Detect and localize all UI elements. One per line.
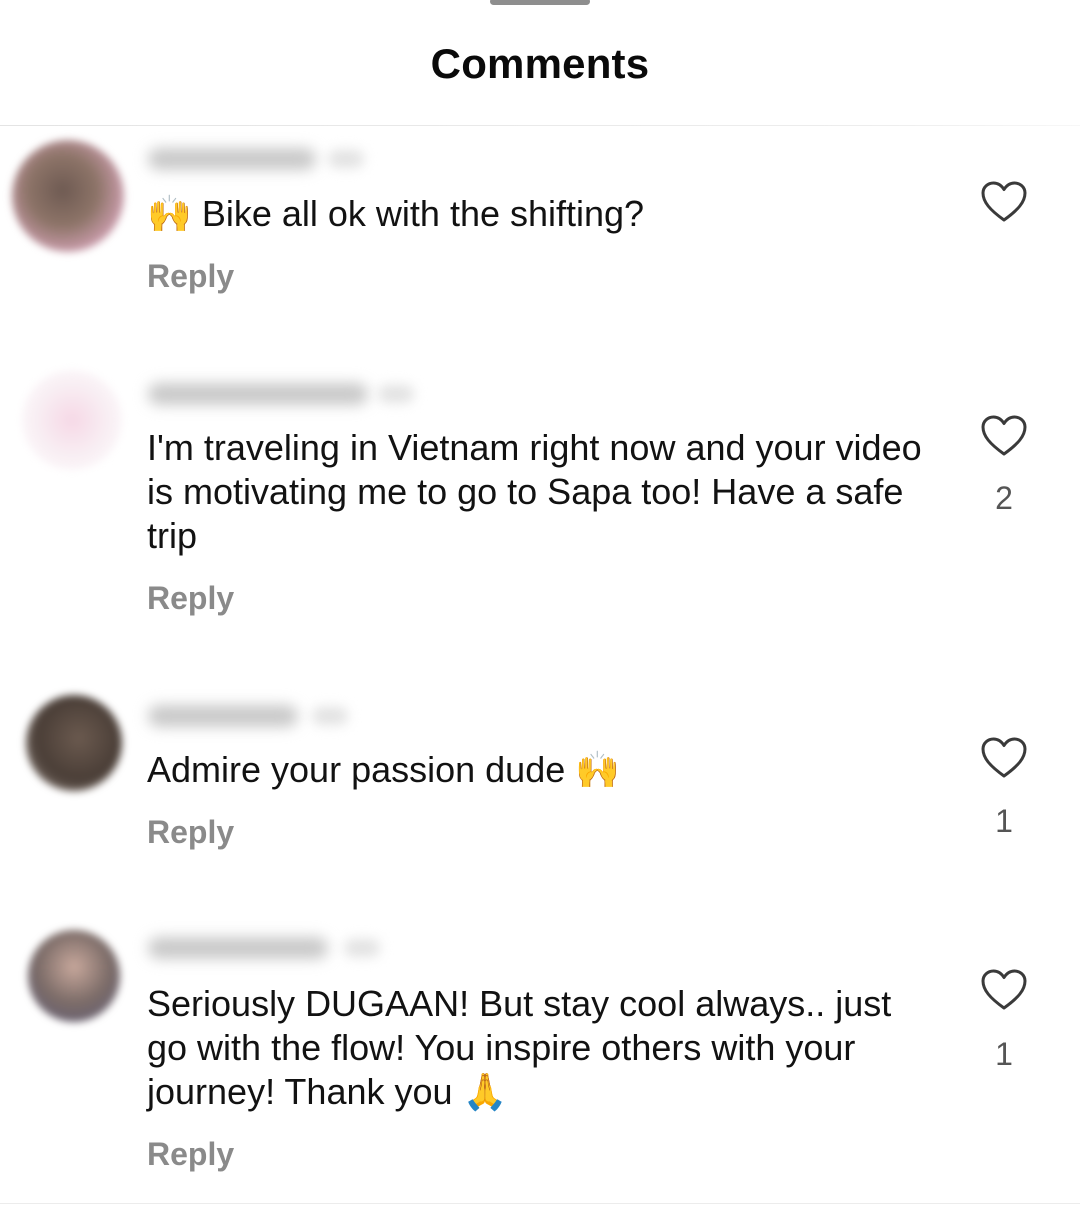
reply-button[interactable]: Reply [147,1136,234,1173]
comment-body: Admire your passion dude [147,749,566,790]
reply-button[interactable]: Reply [147,258,234,295]
like-count: 1 [995,1036,1013,1072]
heart-outline-icon[interactable] [980,414,1028,458]
timestamp-blurred [312,707,348,725]
timestamp-blurred [328,150,364,168]
timestamp-blurred [344,939,380,957]
reply-button[interactable]: Reply [147,580,234,617]
comment-text: Seriously DUGAAN! But stay cool always..… [147,982,927,1115]
avatar[interactable] [26,695,122,791]
title-divider [0,125,1080,126]
folded-hands-emoji: 🙏 [462,1072,508,1113]
bottom-divider [0,1203,1080,1204]
username-blurred[interactable] [148,937,328,959]
username-blurred[interactable] [148,383,368,405]
username-blurred[interactable] [148,705,298,727]
avatar[interactable] [28,930,120,1022]
avatar[interactable] [22,370,122,470]
sheet-title: Comments [430,40,650,87]
username-blurred[interactable] [148,148,316,170]
avatar[interactable] [12,140,124,252]
comment-text: Admire your passion dude 🙌 [147,748,927,793]
heart-outline-icon[interactable] [980,180,1028,224]
like-count: 2 [995,480,1013,516]
raised-hands-emoji: 🙌 [575,750,621,791]
timestamp-blurred [378,385,414,403]
comment-text: 🙌 Bike all ok with the shifting? [147,192,927,237]
like-count: 1 [995,803,1013,839]
sheet-drag-handle[interactable] [490,0,590,5]
comment-body: Seriously DUGAAN! But stay cool always..… [147,983,892,1112]
comment-body: I'm traveling in Vietnam right now and y… [147,427,922,556]
reply-button[interactable]: Reply [147,814,234,851]
raised-hands-emoji: 🙌 [147,194,192,235]
comment-body: Bike all ok with the shifting? [201,193,645,234]
heart-outline-icon[interactable] [980,736,1028,780]
comment-text: I'm traveling in Vietnam right now and y… [147,426,927,558]
heart-outline-icon[interactable] [980,968,1028,1012]
